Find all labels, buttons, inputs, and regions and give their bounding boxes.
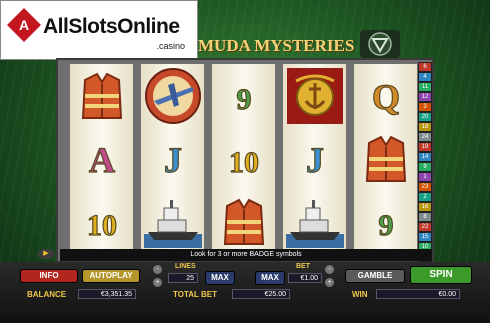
payline-badge: 14: [418, 152, 432, 162]
payline-badge: 15: [418, 232, 432, 242]
svg-text:10: 10: [229, 146, 259, 179]
control-panel: INFO AUTOPLAY LINES - 25 + MAX MAX BET €…: [0, 262, 490, 323]
info-message: Look for 3 or more BADGE symbols: [60, 249, 432, 261]
total-bet-label: TOTAL BET: [173, 290, 217, 299]
symbol-letter-J: J: [141, 127, 204, 190]
balance-label: BALANCE: [27, 290, 67, 299]
symbol-ten: 10: [70, 190, 133, 253]
max-lines-button[interactable]: MAX: [205, 271, 235, 285]
reel-frame: A 10 J 9 10 J Q 9: [56, 58, 434, 263]
payline-badge: 19: [418, 142, 432, 152]
symbol-ship: [141, 190, 204, 253]
logo-diamond-icon: A: [7, 8, 41, 42]
reel-4: J: [283, 64, 346, 253]
payline-badge: 9: [418, 162, 432, 172]
site-logo: A AllSlotsOnline .casino: [0, 0, 198, 60]
win-label: WIN: [352, 290, 368, 299]
payline-badge: 3: [418, 102, 432, 112]
symbol-life-jacket: [70, 64, 133, 127]
svg-text:J: J: [164, 140, 182, 180]
reel-2: J: [141, 64, 204, 253]
payline-badge: 1: [418, 172, 432, 182]
bet-minus-button[interactable]: -: [325, 265, 334, 274]
symbol-anchor-badge: [283, 64, 346, 127]
max-bet-button[interactable]: MAX: [255, 271, 285, 285]
svg-text:A: A: [89, 140, 115, 180]
symbol-nine: 9: [212, 64, 275, 127]
svg-text:10: 10: [87, 209, 117, 242]
lines-value: 25: [168, 273, 198, 283]
bet-label: BET: [296, 263, 310, 270]
autoplay-button[interactable]: AUTOPLAY: [82, 269, 140, 283]
lines-plus-button[interactable]: +: [153, 278, 162, 287]
symbol-life-jacket: [354, 127, 417, 190]
payline-badge: 22: [418, 222, 432, 232]
symbol-ship: [283, 190, 346, 253]
symbol-nine: 9: [354, 190, 417, 253]
lines-minus-button[interactable]: -: [153, 265, 162, 274]
payline-badge: 8: [418, 212, 432, 222]
logo-suffix: .casino: [156, 41, 185, 51]
svg-text:Q: Q: [371, 77, 399, 117]
bet-plus-button[interactable]: +: [325, 278, 334, 287]
payline-badge: 6: [418, 62, 432, 72]
game-title: MUDA MYSTERIES: [198, 36, 355, 55]
title-triangle-icon: [360, 30, 400, 58]
svg-text:9: 9: [236, 83, 251, 116]
symbol-letter-A: A: [70, 127, 133, 190]
symbol-letter-J: J: [283, 127, 346, 190]
symbol-ten: 10: [212, 127, 275, 190]
balance-value: €3,351.35: [78, 289, 136, 299]
payline-badge: 18: [418, 122, 432, 132]
svg-text:J: J: [306, 140, 324, 180]
svg-text:9: 9: [378, 209, 393, 242]
symbol-plane: [141, 64, 204, 127]
reel-3: 9 10: [212, 64, 275, 253]
payline-badge: 4: [418, 72, 432, 82]
payline-badge: 23: [418, 182, 432, 192]
symbol-letter-Q: Q: [354, 64, 417, 127]
payline-badge: 2: [418, 192, 432, 202]
bet-value: €1.00: [288, 273, 322, 283]
logo-brand: AllSlotsOnline: [43, 15, 180, 38]
payline-badge: 11: [418, 82, 432, 92]
payline-badge: 16: [418, 202, 432, 212]
reel-1: A 10: [70, 64, 133, 253]
payline-badge: 24: [418, 132, 432, 142]
info-button[interactable]: INFO: [20, 269, 78, 283]
payline-badge: 20: [418, 112, 432, 122]
symbol-life-jacket: [212, 190, 275, 253]
win-value: €0.00: [376, 289, 460, 299]
lines-label: LINES: [175, 263, 196, 270]
spin-button[interactable]: SPIN: [410, 266, 472, 284]
gamble-button[interactable]: GAMBLE: [345, 269, 405, 283]
total-bet-value: €25.00: [232, 289, 290, 299]
reel-5: Q9: [354, 64, 417, 253]
message-arrow-icon[interactable]: ▶: [38, 249, 54, 259]
payline-badge: 12: [418, 92, 432, 102]
